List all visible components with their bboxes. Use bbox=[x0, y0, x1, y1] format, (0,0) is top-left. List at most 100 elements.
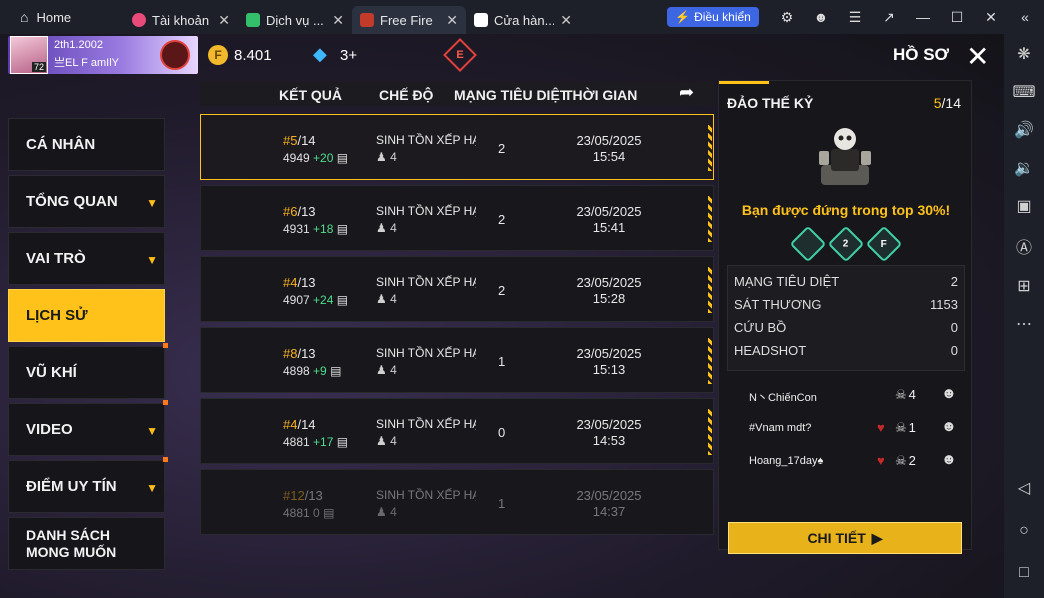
tab-free-fire[interactable]: Free Fire ✕ bbox=[352, 6, 466, 34]
details-button-label: CHI TIẾT bbox=[807, 530, 866, 546]
row-stripe bbox=[708, 125, 712, 171]
column-result: KẾT QUẢ bbox=[279, 87, 342, 103]
tab-account[interactable]: Tài khoản ✕ bbox=[124, 6, 238, 34]
back-icon[interactable]: ◁ bbox=[1004, 478, 1044, 498]
match-mode: SINH TỒN XẾP HẠ bbox=[376, 417, 476, 431]
match-rank: #4/13 bbox=[283, 275, 316, 290]
teammate-row[interactable]: Hoang_17day♠ ♥ 2 ☻ bbox=[727, 445, 965, 478]
chevron-down-icon: ▼ bbox=[146, 196, 158, 210]
free-fire-icon bbox=[360, 13, 374, 27]
keyboard-icon[interactable]: ⌨ bbox=[1004, 82, 1044, 102]
sidebar-item-role[interactable]: VAI TRÒ ▼ bbox=[8, 232, 165, 285]
match-time: 23/05/2025 15:41 bbox=[576, 204, 642, 235]
match-time: 23/05/2025 15:28 bbox=[576, 275, 642, 306]
minimize-icon[interactable]: — bbox=[906, 9, 940, 25]
player-guild: 亗EL F amIlY bbox=[54, 57, 119, 69]
rank-heart-icon: ♥ bbox=[877, 420, 885, 435]
match-row[interactable]: #4/13 4907 +24 ▤ SINH TỒN XẾP HẠ ♟ 4 2 2… bbox=[200, 256, 714, 322]
tab-close-icon[interactable]: ✕ bbox=[560, 12, 572, 29]
sidebar-item-overview[interactable]: TỔNG QUAN ▼ bbox=[8, 175, 165, 228]
chevron-down-icon: ▼ bbox=[146, 424, 158, 438]
match-mode: SINH TỒN XẾP HẠ bbox=[376, 204, 476, 218]
diamond-value[interactable]: 3+ bbox=[340, 47, 357, 64]
person-icon: ♟ bbox=[376, 292, 387, 306]
teammate-name: Hoang_17day♠ bbox=[749, 455, 824, 467]
control-button[interactable]: ⚡ Điều khiển bbox=[667, 7, 759, 27]
match-kills: 2 bbox=[498, 141, 506, 156]
match-row[interactable]: #12/13 4881 0 ▤ SINH TỒN XẾP HẠ ♟ 4 1 23… bbox=[200, 469, 714, 535]
sidebar-item-label: VŨ KHÍ bbox=[26, 364, 77, 381]
sidebar-item-weapons[interactable]: VŨ KHÍ bbox=[8, 343, 168, 399]
volume-up-icon[interactable]: 🔊 bbox=[1004, 120, 1044, 140]
tab-close-icon[interactable]: ✕ bbox=[446, 12, 458, 29]
gamepad-icon[interactable]: ⚙ bbox=[770, 9, 804, 26]
home-icon[interactable]: ○ bbox=[1004, 522, 1044, 540]
recent-icon[interactable]: □ bbox=[1004, 564, 1044, 582]
play-services-icon bbox=[246, 13, 260, 27]
match-row[interactable]: #5/14 4949 +20 ▤ SINH TỒN XẾP HẠ ♟ 4 2 2… bbox=[200, 114, 714, 180]
teammate-row[interactable]: #Vnam mdt? ♥ 1 ☻ bbox=[727, 412, 965, 445]
match-rank: #6/13 bbox=[283, 204, 316, 219]
close-icon[interactable]: ✕ bbox=[974, 9, 1008, 26]
teammate-name: #Vnam mdt? bbox=[749, 422, 812, 434]
play-arrow-icon: ▶ bbox=[871, 529, 883, 546]
screenshot-icon[interactable]: ▣ bbox=[1004, 196, 1044, 216]
window-controls: ⚙ ☻ ☰ ↗ — ☐ ✕ « bbox=[770, 0, 1042, 34]
teammate-kills: 2 bbox=[895, 453, 916, 469]
tab-label: Cửa hàn... bbox=[494, 12, 555, 28]
add-friend-icon[interactable]: ☻ bbox=[941, 451, 957, 468]
popout-icon[interactable]: ↗ bbox=[872, 9, 906, 26]
tab-services[interactable]: Dịch vụ ... ✕ bbox=[238, 6, 352, 34]
teammate-row[interactable]: N丶ChiếnCon 4 ☻ bbox=[727, 379, 965, 412]
details-button[interactable]: CHI TIẾT ▶ bbox=[728, 522, 962, 554]
sidebar-item-reputation[interactable]: ĐIỂM UY TÍN ▼ bbox=[8, 457, 168, 513]
sidebar-item-label: ĐIỂM UY TÍN bbox=[26, 478, 117, 495]
row-stripe bbox=[708, 267, 712, 313]
notification-dot bbox=[163, 457, 168, 462]
map-name: ĐẢO THẾ KỶ bbox=[727, 95, 814, 111]
teammate-list: N丶ChiếnCon 4 ☻ #Vnam mdt? ♥ 1 ☻ Hoang_17… bbox=[727, 379, 965, 478]
control-button-label: Điều khiển bbox=[694, 10, 751, 24]
placement-count: 5/14 bbox=[933, 95, 961, 111]
match-kills: 2 bbox=[498, 212, 506, 227]
sidebar-item-label: TỔNG QUAN bbox=[26, 193, 118, 210]
sidebar-item-history[interactable]: LỊCH SỬ bbox=[8, 289, 165, 342]
home-tab[interactable]: ⌂ Home bbox=[0, 0, 124, 34]
match-rank: #8/13 bbox=[283, 346, 316, 361]
collapse-icon[interactable]: « bbox=[1008, 9, 1042, 25]
match-time: 23/05/2025 14:37 bbox=[576, 488, 642, 519]
elite-pass-icon[interactable]: E bbox=[443, 38, 477, 72]
tab-close-icon[interactable]: ✕ bbox=[218, 12, 230, 29]
match-row[interactable]: #6/13 4931 +18 ▤ SINH TỒN XẾP HẠ ♟ 4 2 2… bbox=[200, 185, 714, 251]
sidebar-item-personal[interactable]: CÁ NHÂN bbox=[8, 118, 165, 171]
sidebar-item-label: VIDEO bbox=[26, 421, 73, 438]
achievement-badges: 2 F bbox=[789, 225, 903, 263]
sidebar-item-wishlist[interactable]: DANH SÁCH MONG MUỐN bbox=[8, 517, 165, 570]
share-icon[interactable]: ➦ bbox=[679, 82, 694, 103]
emulator-side-rail: ❋ ⌨ 🔊 🔉 ▣ Ⓐ ⊞ ⋯ ◁ ○ □ bbox=[1004, 34, 1044, 598]
add-friend-icon[interactable]: ☻ bbox=[941, 385, 957, 402]
profile-sidebar: CÁ NHÂN TỔNG QUAN ▼ VAI TRÒ ▼ LỊCH SỬ VŨ… bbox=[8, 118, 168, 574]
sidebar-item-video[interactable]: VIDEO ▼ bbox=[8, 400, 168, 456]
add-window-icon[interactable]: ⊞ bbox=[1004, 276, 1044, 296]
rank-heart-icon: ♥ bbox=[877, 453, 885, 468]
close-profile-icon[interactable]: ✕ bbox=[966, 40, 989, 73]
match-party: ♟ 4 bbox=[376, 221, 397, 235]
rank-badge-icon bbox=[160, 40, 190, 70]
tab-close-icon[interactable]: ✕ bbox=[332, 12, 344, 29]
tab-store[interactable]: Cửa hàn... ✕ bbox=[466, 6, 580, 34]
settings-icon[interactable]: ❋ bbox=[1004, 44, 1044, 64]
account-icon[interactable]: ☻ bbox=[804, 9, 838, 25]
badge-icon bbox=[789, 225, 827, 263]
match-rank: #5/14 bbox=[283, 133, 316, 148]
match-row[interactable]: #8/13 4898 +9 ▤ SINH TỒN XẾP HẠ ♟ 4 1 23… bbox=[200, 327, 714, 393]
match-rank: #4/14 bbox=[283, 417, 316, 432]
more-icon[interactable]: ⋯ bbox=[1004, 314, 1044, 334]
game-viewport: 72 2th1.2002 亗EL F amIlY F 8.401 ◆ 3+ E … bbox=[0, 34, 1004, 598]
match-row[interactable]: #4/14 4881 +17 ▤ SINH TỒN XẾP HẠ ♟ 4 0 2… bbox=[200, 398, 714, 464]
volume-down-icon[interactable]: 🔉 bbox=[1004, 158, 1044, 178]
add-friend-icon[interactable]: ☻ bbox=[941, 418, 957, 435]
menu-icon[interactable]: ☰ bbox=[838, 9, 872, 26]
macro-icon[interactable]: Ⓐ bbox=[1004, 234, 1044, 258]
maximize-icon[interactable]: ☐ bbox=[940, 9, 974, 26]
